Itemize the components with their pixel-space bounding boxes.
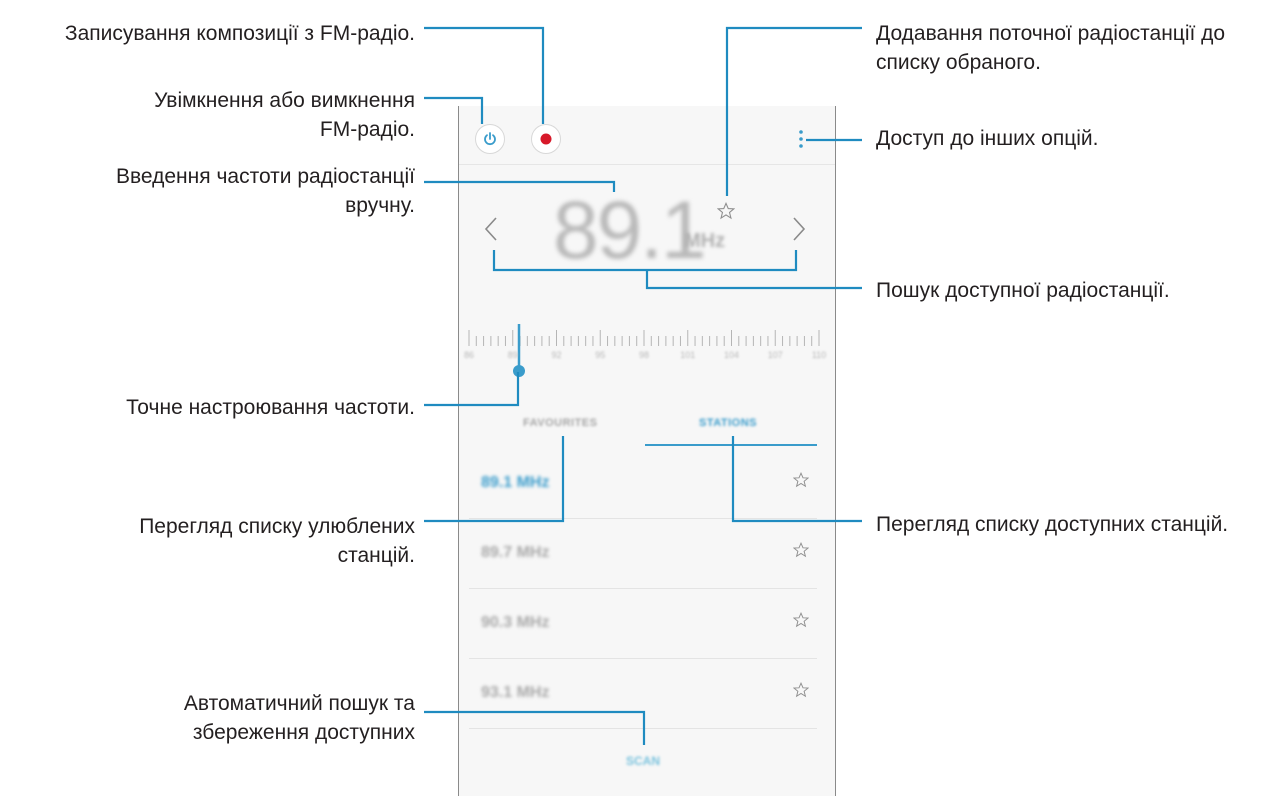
leader-add-favourite	[725, 26, 862, 196]
leader-manual-frequency	[424, 180, 616, 192]
leader-record	[424, 26, 545, 124]
leader-favourites-list	[424, 436, 565, 523]
leader-fine-tune	[424, 372, 520, 407]
leader-auto-scan	[424, 710, 646, 745]
leader-search-bracket	[492, 250, 798, 272]
callout-leader-lines	[424, 26, 862, 745]
leader-power	[424, 96, 484, 124]
leader-stations-list	[731, 436, 862, 523]
leader-search-station	[645, 270, 862, 290]
